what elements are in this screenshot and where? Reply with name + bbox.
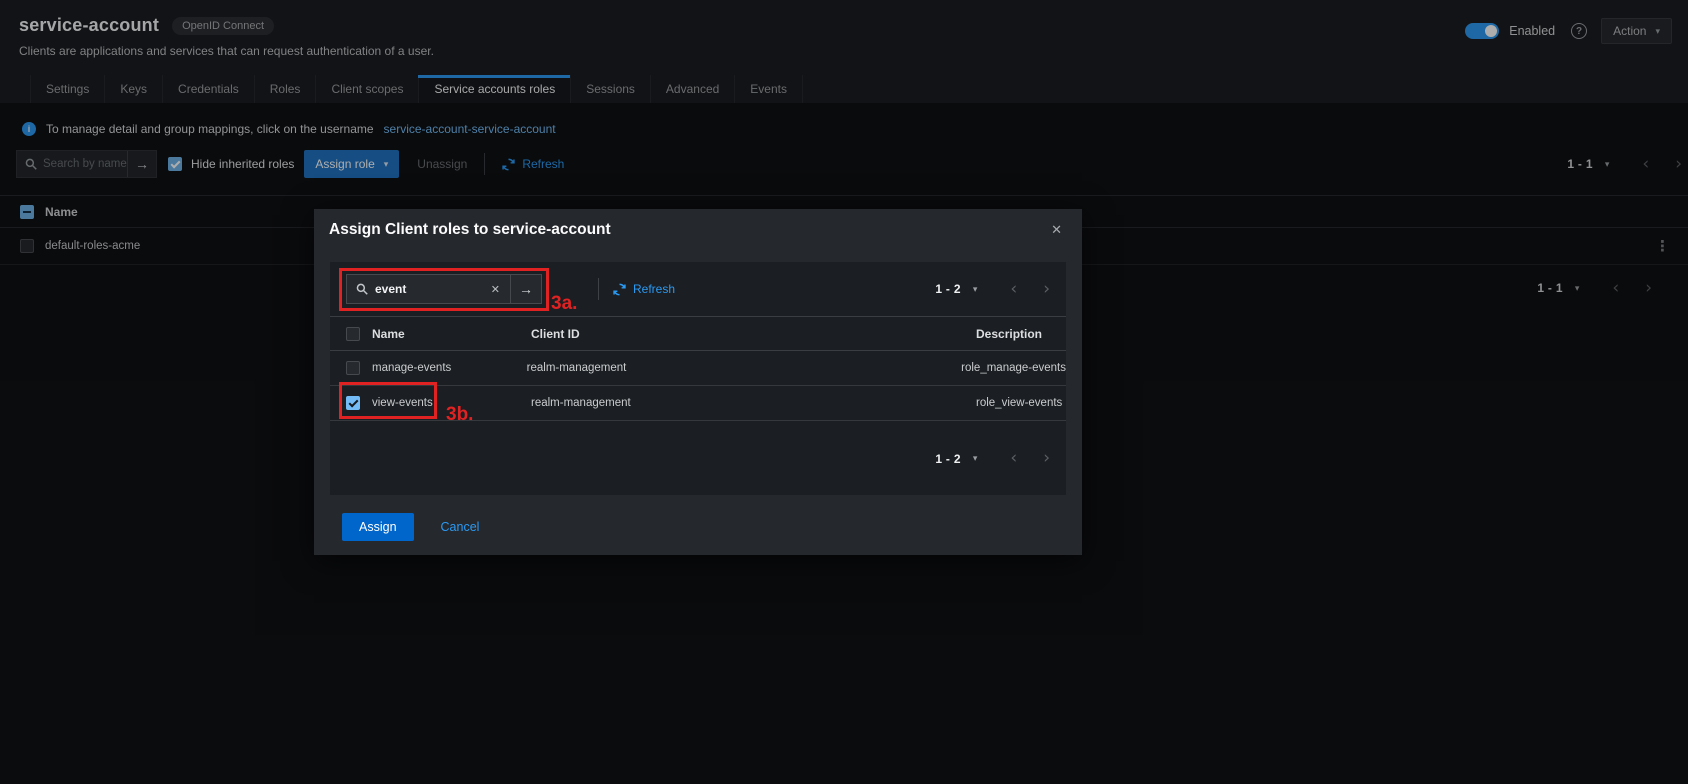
name-column-header: Name [372,326,405,341]
modal-content-panel: ✕ → Refresh 1 - 2 ▾ ‹ › Name [330,262,1066,495]
assign-button[interactable]: Assign [342,513,414,541]
pagination-next-icon[interactable]: › [1043,450,1050,467]
modal-toolbar-divider [598,278,599,300]
caret-down-icon[interactable]: ▾ [973,454,978,463]
role-description: role_manage-events [961,362,1066,374]
role-client-id: realm-management [526,362,627,374]
table-row[interactable]: manage-events realm-management role_mana… [330,351,1066,386]
role-client-id: realm-management [531,397,631,409]
role-description: role_view-events [976,397,1063,409]
modal-search-submit-button[interactable]: → [510,275,541,303]
role-name: manage-events [372,362,452,374]
search-icon [356,283,368,295]
close-icon[interactable]: ✕ [1051,222,1062,238]
modal-pagination-top: 1 - 2 ▾ ‹ › [935,280,1050,298]
modal-footer: Assign Cancel [342,513,479,541]
description-column-header: Description [976,326,1043,341]
pagination-range: 1 - 2 [935,282,961,296]
client-id-column-header: Client ID [531,326,580,341]
modal-select-all-checkbox[interactable] [346,326,360,341]
role-name: view-events [372,397,433,409]
modal-pagination-bottom: 1 - 2 ▾ ‹ › [935,450,1050,467]
pagination-range: 1 - 2 [935,451,961,466]
row-checkbox[interactable] [346,361,360,375]
modal-refresh-button[interactable]: Refresh [613,282,675,296]
pagination-prev-icon[interactable]: ‹ [1010,280,1017,298]
modal-title: Assign Client roles to service-account [329,221,611,238]
pagination-next-icon[interactable]: › [1043,280,1050,298]
modal-table-header: Name Client ID Description [330,316,1066,351]
modal-refresh-label: Refresh [633,282,676,296]
row-checkbox[interactable] [346,396,360,410]
clear-search-icon[interactable]: ✕ [491,283,500,296]
modal-search-group: ✕ → [346,274,542,304]
assign-client-roles-modal: Assign Client roles to service-account ✕… [314,209,1082,555]
caret-down-icon[interactable]: ▾ [973,284,978,294]
table-row[interactable]: view-events realm-management role_view-e… [330,386,1066,421]
modal-toolbar: ✕ → Refresh 1 - 2 ▾ ‹ › [346,274,1050,304]
modal-roles-table: Name Client ID Description manage-events… [330,316,1066,421]
modal-search-input[interactable] [375,282,481,296]
pagination-prev-icon[interactable]: ‹ [1010,450,1017,467]
refresh-icon [613,283,626,296]
cancel-button[interactable]: Cancel [441,520,480,534]
